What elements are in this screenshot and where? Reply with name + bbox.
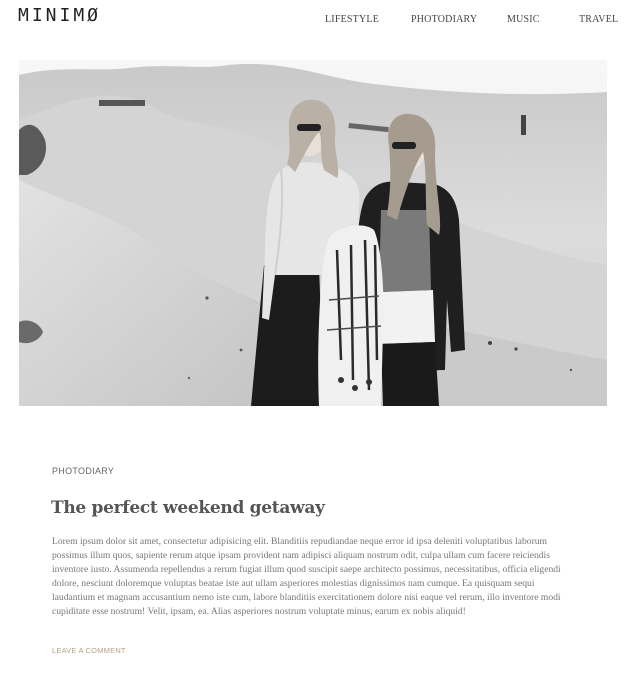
nav-item-travel[interactable]: TRAVEL	[579, 14, 618, 25]
post-title[interactable]: The perfect weekend getaway	[51, 498, 325, 518]
featured-image[interactable]	[19, 60, 607, 406]
nav-item-music[interactable]: MUSIC	[507, 14, 540, 25]
main-nav: LIFESTYLE PHOTODIARY MUSIC TRAVEL	[0, 14, 640, 28]
post-excerpt: Lorem ipsum dolor sit amet, consectetur …	[52, 536, 561, 617]
nav-item-lifestyle[interactable]: LIFESTYLE	[325, 14, 379, 25]
post-category[interactable]: PHOTODIARY	[52, 466, 114, 476]
featured-photo	[19, 60, 607, 406]
nav-item-photodiary[interactable]: PHOTODIARY	[411, 14, 477, 25]
leave-comment-link[interactable]: LEAVE A COMMENT	[52, 646, 126, 655]
